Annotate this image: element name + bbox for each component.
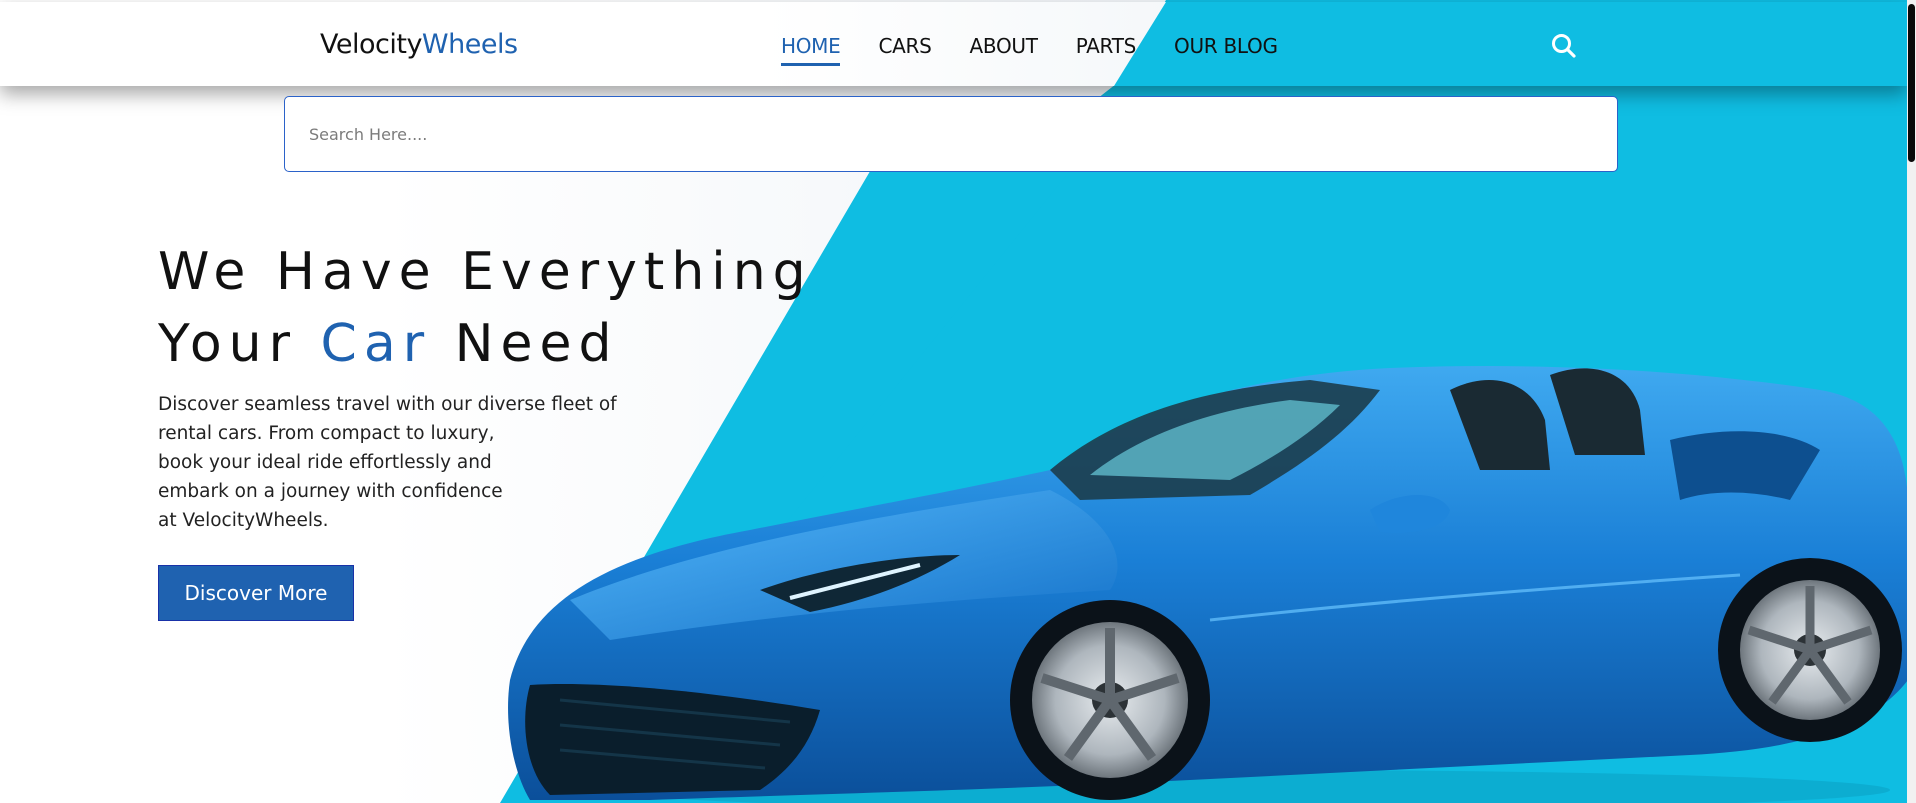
hero-description-line: book your ideal ride effortlessly and [158,452,492,473]
nav-item-cars[interactable]: CARS [878,34,931,58]
hero-title-line1: We Have Everything [158,242,813,302]
hero-description-line: embark on a journey with confidence [158,481,503,502]
hero-description: Discover seamless travel with our divers… [158,390,628,535]
main-nav: HOME CARS ABOUT PARTS OUR BLOG [781,34,1316,66]
hero-title-line2: Your Car Need [158,308,813,380]
hero-description-line: at VelocityWheels. [158,510,329,531]
brand-logo[interactable]: VelocityWheels [320,29,518,60]
sports-car-image [508,366,1907,803]
nav-item-our-blog[interactable]: OUR BLOG [1174,34,1278,58]
hero-title-accent: Car [320,314,432,374]
hero-title-pre: Your [158,314,321,374]
hero-title: We Have Everything Your Car Need [158,236,813,380]
hero-description-line: Discover seamless travel with our divers… [158,394,617,415]
nav-item-parts[interactable]: PARTS [1076,34,1137,58]
nav-item-about[interactable]: ABOUT [970,34,1038,58]
page: VelocityWheels HOME CARS ABOUT PARTS OUR… [0,0,1907,803]
brand-logo-part1: Velocity [320,29,422,60]
hero-description-line: rental cars. From compact to luxury, [158,423,495,444]
hero-title-post: Need [431,314,619,374]
site-header: VelocityWheels HOME CARS ABOUT PARTS OUR… [0,2,1907,86]
search-input[interactable] [285,97,1617,171]
scrollbar-thumb[interactable] [1908,4,1915,162]
discover-more-button[interactable]: Discover More [158,565,354,621]
brand-logo-part2: Wheels [421,29,518,60]
search-icon[interactable] [1550,32,1578,60]
nav-item-home[interactable]: HOME [781,34,841,66]
search-bar [284,96,1618,172]
